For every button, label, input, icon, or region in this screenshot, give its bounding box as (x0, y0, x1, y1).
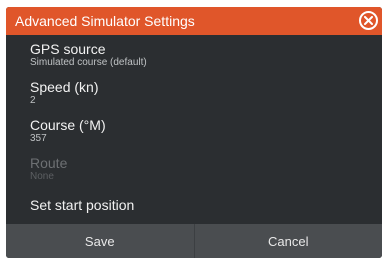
course-value: 357 (30, 133, 47, 144)
dialog-title: Advanced Simulator Settings (15, 13, 195, 29)
set-start-position-label: Set start position (30, 197, 135, 213)
settings-list: GPS source Simulated course (default) Sp… (6, 35, 382, 225)
speed-item[interactable]: Speed (kn) 2 (6, 73, 382, 111)
gps-source-label: GPS source (30, 41, 106, 57)
gps-source-value: Simulated course (default) (30, 57, 147, 68)
speed-label: Speed (kn) (30, 79, 99, 95)
dialog-footer: Save Cancel (6, 224, 382, 258)
route-label: Route (30, 155, 68, 171)
route-value: None (30, 171, 54, 182)
speed-value: 2 (30, 95, 36, 106)
course-label: Course (°M) (30, 117, 106, 133)
save-button[interactable]: Save (6, 224, 194, 258)
cancel-button[interactable]: Cancel (193, 224, 383, 258)
gps-source-item[interactable]: GPS source Simulated course (default) (6, 35, 382, 73)
dialog-titlebar: Advanced Simulator Settings (6, 7, 382, 35)
simulator-settings-dialog: Advanced Simulator Settings GPS source S… (6, 7, 382, 258)
course-item[interactable]: Course (°M) 357 (6, 111, 382, 149)
set-start-position-item[interactable]: Set start position (6, 187, 382, 225)
route-item: Route None (6, 149, 382, 187)
close-icon[interactable] (359, 11, 378, 30)
